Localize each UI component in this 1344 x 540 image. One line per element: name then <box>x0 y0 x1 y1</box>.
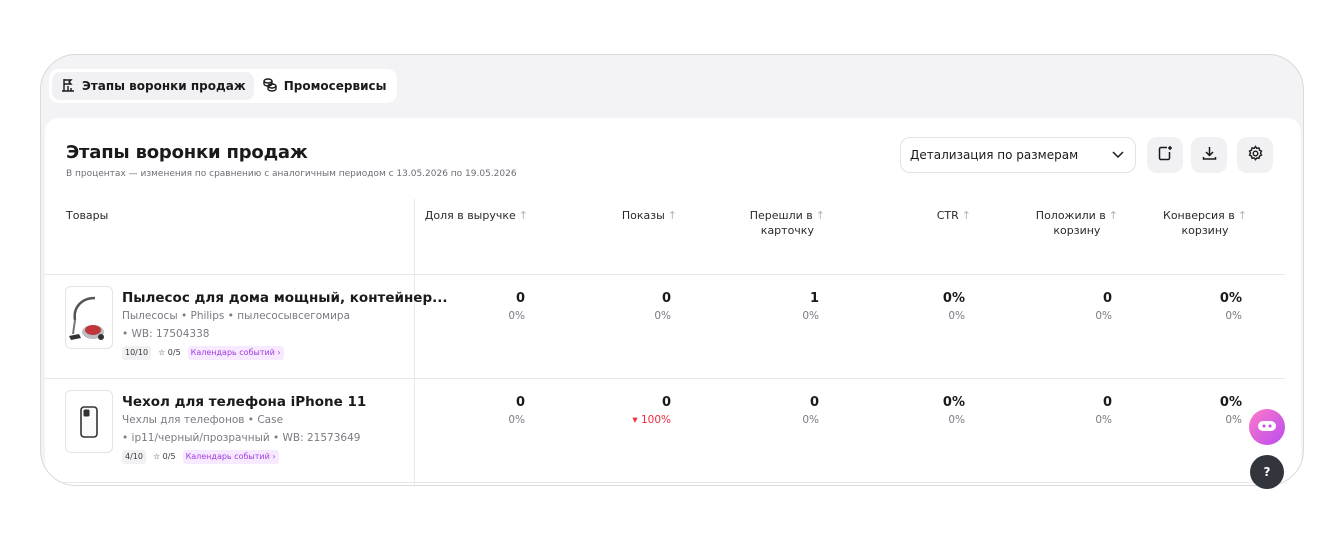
cell-to-card: 0 0% <box>802 395 819 426</box>
tab-promo-services[interactable]: Промосервисы <box>254 72 395 100</box>
sort-arrow-icon: ↑ <box>961 209 971 222</box>
sort-arrow-icon: ↑ <box>1108 209 1118 222</box>
sort-arrow-icon: ↑ <box>667 209 677 222</box>
product-thumbnail[interactable] <box>65 390 113 453</box>
download-icon <box>1201 145 1218 166</box>
coins-icon <box>262 77 278 96</box>
sort-arrow-icon: ↑ <box>1237 209 1247 222</box>
cell-conversion: 0% 0% <box>1219 395 1242 426</box>
product-name[interactable]: Пылесос для дома мощный, контейнер... <box>122 290 448 306</box>
cell-ctr: 0% 0% <box>942 291 965 322</box>
cell-to-cart: 0 0% <box>1095 291 1112 322</box>
funnel-flag-icon <box>60 77 76 96</box>
col-to-cart[interactable]: Положили в ↑ корзину <box>1036 208 1118 238</box>
cell-views: 0 0% <box>654 291 671 322</box>
table-row[interactable]: Пылесос для дома мощный, контейнер... Пы… <box>45 275 1285 379</box>
reviews-badge: ☆ 0/5 <box>155 346 184 360</box>
col-products: Товары <box>66 209 109 222</box>
product-tags: 10/10 ☆ 0/5 Календарь событий › <box>122 346 284 360</box>
vacuum-cleaner-image <box>69 296 104 340</box>
cell-revenue-share: 0 0% <box>508 291 525 322</box>
help-label: ? <box>1263 465 1271 479</box>
cell-to-card: 1 0% <box>802 291 819 322</box>
calendar-events-link[interactable]: Календарь событий › <box>187 346 284 360</box>
sort-arrow-icon: ↑ <box>518 209 528 222</box>
product-meta: Чехлы для телефонов • Case <box>122 414 284 426</box>
col-to-card[interactable]: Перешли в ↑ карточку <box>750 208 825 238</box>
tab-bar: Этапы воронки продаж Промосервисы <box>49 69 398 103</box>
cell-conversion: 0% 0% <box>1219 291 1242 322</box>
product-name[interactable]: Чехол для телефона iPhone 11 <box>122 394 366 410</box>
chat-bot-icon <box>1257 418 1277 437</box>
chat-bot-button[interactable] <box>1249 409 1285 445</box>
download-button[interactable] <box>1191 137 1227 173</box>
funnel-panel: Этапы воронки продаж В процентах — измен… <box>45 118 1301 485</box>
detail-select[interactable]: Детализация по размерам <box>900 137 1136 173</box>
cell-ctr: 0% 0% <box>942 395 965 426</box>
col-ctr[interactable]: CTR ↑ <box>937 208 971 223</box>
help-button[interactable]: ? <box>1250 455 1284 489</box>
add-note-button[interactable] <box>1147 137 1183 173</box>
reviews-badge: ☆ 0/5 <box>149 450 179 464</box>
product-thumbnail[interactable] <box>65 286 113 349</box>
calendar-events-link[interactable]: Календарь событий › <box>182 450 279 464</box>
col-views[interactable]: Показы ↑ <box>622 208 677 223</box>
product-meta-article: • WB: 17504338 <box>122 328 210 340</box>
tab-label: Этапы воронки продаж <box>82 79 246 93</box>
app-frame: Этапы воронки продаж Промосервисы Этапы … <box>40 54 1304 486</box>
tab-sales-funnel[interactable]: Этапы воронки продаж <box>52 72 254 100</box>
table-row[interactable]: Чехол для телефона iPhone 11 Чехлы для т… <box>45 379 1285 483</box>
page-title: Этапы воронки продаж <box>66 142 308 163</box>
detail-select-value: Детализация по размерам <box>910 148 1079 162</box>
product-meta: Пылесосы • Philips • пылесосывсегомира <box>122 310 351 322</box>
settings-button[interactable] <box>1237 137 1273 173</box>
rating-badge: 10/10 <box>122 346 152 360</box>
gear-icon <box>1247 144 1264 166</box>
col-revenue-share[interactable]: Доля в выручке ↑ <box>425 208 528 223</box>
page-subtitle: В процентах — изменения по сравнению с а… <box>66 169 517 179</box>
phone-case-image <box>80 405 98 438</box>
cell-views: 0 ▾ 100% <box>632 395 671 426</box>
rating-badge: 4/10 <box>122 450 146 464</box>
tab-label: Промосервисы <box>283 79 387 93</box>
sort-arrow-icon: ↑ <box>815 209 825 222</box>
cell-revenue-share: 0 0% <box>508 395 525 426</box>
col-conversion[interactable]: Конверсия в ↑ корзину <box>1163 208 1247 238</box>
note-add-icon <box>1157 145 1174 166</box>
chevron-down-icon <box>1111 147 1125 164</box>
table-header: Товары Доля в выручке ↑ Показы ↑ Перешли в… <box>45 199 1285 275</box>
product-meta-article: • ip11/черный/прозрачный • WB: 21573649 <box>122 432 361 444</box>
cell-to-cart: 0 0% <box>1095 395 1112 426</box>
product-tags: 4/10 ☆ 0/5 Календарь событий › <box>122 450 279 464</box>
